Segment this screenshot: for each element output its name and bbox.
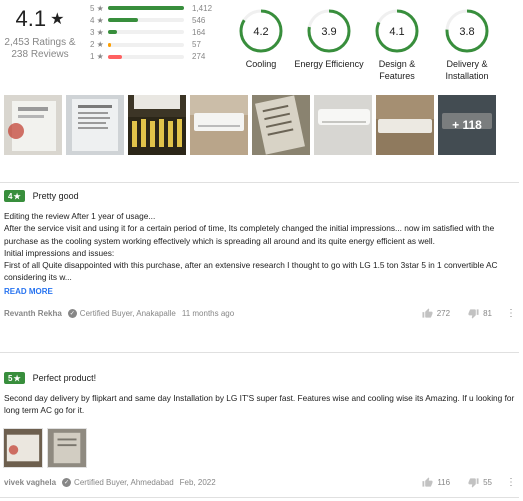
- certified-buyer-location: Certified Buyer, Anakapalle: [79, 308, 176, 318]
- rating-bar-stars: 3 ★: [90, 27, 104, 37]
- certified-buyer-icon: ✓: [62, 478, 72, 487]
- review-body: Second day delivery by flipkart and same…: [4, 393, 515, 416]
- review-card: 5 ★ Perfect product! Second day delivery …: [4, 372, 516, 417]
- review-body: Editing the review After 1 year of usage…: [4, 211, 498, 283]
- dislike-count: 55: [483, 478, 492, 487]
- customer-photo[interactable]: [190, 95, 248, 155]
- read-more-link[interactable]: READ MORE: [4, 287, 516, 296]
- rating-bar-count: 57: [192, 40, 201, 50]
- review-photo[interactable]: [47, 428, 87, 468]
- divider: [0, 497, 519, 498]
- rating-bar-row: 4 ★ 546: [88, 14, 228, 26]
- customer-photo[interactable]: [4, 95, 62, 155]
- thumbs-up-icon: [422, 477, 433, 487]
- certified-buyer-icon: ✓: [67, 308, 77, 318]
- ratings-summary: 4.1 ★ 2,453 Ratings & 238 Reviews 5 ★ 1,41…: [0, 0, 523, 92]
- rating-bar-row: 5 ★ 1,412: [88, 2, 228, 14]
- thumbs-up-icon: [422, 308, 433, 318]
- aspect-score: 4.2: [253, 26, 268, 38]
- rating-bar-count: 164: [192, 27, 206, 37]
- aspect-rating-energy: 3.9 Energy Efficiency: [294, 8, 364, 70]
- rating-bar-row: 2 ★ 57: [88, 39, 228, 51]
- ratings-count: 2,453 Ratings &: [4, 37, 76, 48]
- more-options-icon[interactable]: ⋮: [506, 308, 516, 319]
- customer-photo[interactable]: [376, 95, 434, 155]
- customer-photos: + 118: [4, 95, 498, 155]
- ratings-reviews-page: 4.1 ★ 2,453 Ratings & 238 Reviews 5 ★ 1,41…: [0, 0, 523, 501]
- review-author: Revanth Rekha: [4, 308, 62, 318]
- star-icon: ★: [50, 11, 65, 28]
- review-title: Perfect product!: [32, 373, 97, 383]
- rating-bar-stars: 5 ★: [90, 3, 104, 13]
- aspect-label: Delivery & Installation: [445, 59, 489, 81]
- more-photos-count[interactable]: + 118: [438, 95, 496, 155]
- review-card: 4 ★ Pretty good Editing the review After …: [4, 190, 516, 319]
- dislike-count: 81: [483, 308, 492, 318]
- review-photo[interactable]: [3, 428, 43, 468]
- review-time: Feb, 2022: [179, 478, 216, 487]
- star-icon: ★: [13, 191, 21, 201]
- rating-bar-fill: [108, 18, 138, 23]
- aspect-rating-delivery: 3.8 Delivery & Installation: [432, 8, 502, 82]
- rating-bar-stars: 2 ★: [90, 40, 104, 50]
- aspect-score: 4.1: [389, 26, 404, 38]
- thumbs-down-icon: [468, 478, 479, 488]
- review-rating-badge: 5 ★: [4, 372, 25, 384]
- review-author: vivek vaghela: [4, 478, 57, 487]
- rating-bar-count: 546: [192, 15, 206, 25]
- more-photos-tile[interactable]: + 118: [438, 95, 496, 155]
- aspect-rating-design: 4.1 Design & Features: [362, 8, 432, 82]
- review-time: 11 months ago: [181, 308, 235, 318]
- rating-bar-stars: 1 ★: [90, 52, 104, 62]
- aspect-label: Design & Features: [378, 59, 416, 81]
- rating-bar-stars: 4 ★: [90, 15, 104, 25]
- dislike-button[interactable]: 55: [468, 477, 492, 488]
- aspect-rating-cooling: 4.2 Cooling: [226, 8, 296, 70]
- like-count: 272: [436, 308, 451, 318]
- rating-distribution: 5 ★ 1,412 4 ★ 546 3 ★ 164 2 ★ 57 1 ★ 274: [88, 2, 228, 63]
- rating-bar-fill: [108, 30, 118, 35]
- rating-bar-fill: [108, 54, 123, 59]
- rating-bar-row: 3 ★ 164: [88, 26, 228, 38]
- review-rating-value: 4: [8, 191, 13, 201]
- customer-photo[interactable]: [66, 95, 124, 155]
- review-rating-value: 5: [8, 373, 13, 383]
- customer-photo[interactable]: [128, 95, 186, 155]
- customer-photo[interactable]: [314, 95, 372, 155]
- thumbs-down-icon: [468, 309, 479, 319]
- divider: [0, 182, 519, 183]
- overall-rating-value: 4.1: [15, 6, 47, 31]
- overall-rating: 4.1 ★ 2,453 Ratings & 238 Reviews: [4, 6, 76, 61]
- rating-bar-count: 274: [192, 52, 206, 62]
- review-rating-badge: 4 ★: [4, 190, 25, 202]
- aspect-score: 3.9: [321, 26, 336, 38]
- dislike-button[interactable]: 81: [468, 308, 492, 319]
- aspect-label: Energy Efficiency: [294, 59, 364, 69]
- more-options-icon[interactable]: ⋮: [506, 477, 516, 488]
- rating-bar-fill: [108, 42, 112, 47]
- review-footer: vivek vaghela ✓ Certified Buyer, Ahmedab…: [4, 477, 516, 488]
- certified-buyer-location: Certified Buyer, Ahmedabad: [74, 478, 174, 487]
- like-button[interactable]: 116: [422, 477, 450, 488]
- rating-bar-fill: [108, 6, 184, 11]
- star-icon: ★: [13, 373, 21, 383]
- divider: [0, 352, 519, 353]
- like-count: 116: [437, 478, 451, 487]
- rating-bar-count: 1,412: [192, 3, 213, 13]
- customer-photo[interactable]: [252, 95, 310, 155]
- aspect-ratings: 4.2 Cooling 3.9 Energy Efficiency 4.1 De…: [238, 8, 523, 90]
- aspect-label: Cooling: [245, 59, 277, 69]
- rating-bar-row: 1 ★ 274: [88, 51, 228, 63]
- like-button[interactable]: 272: [422, 308, 450, 319]
- reviews-count: 238 Reviews: [11, 49, 69, 60]
- review-title: Pretty good: [32, 191, 79, 201]
- aspect-score: 3.8: [459, 26, 474, 38]
